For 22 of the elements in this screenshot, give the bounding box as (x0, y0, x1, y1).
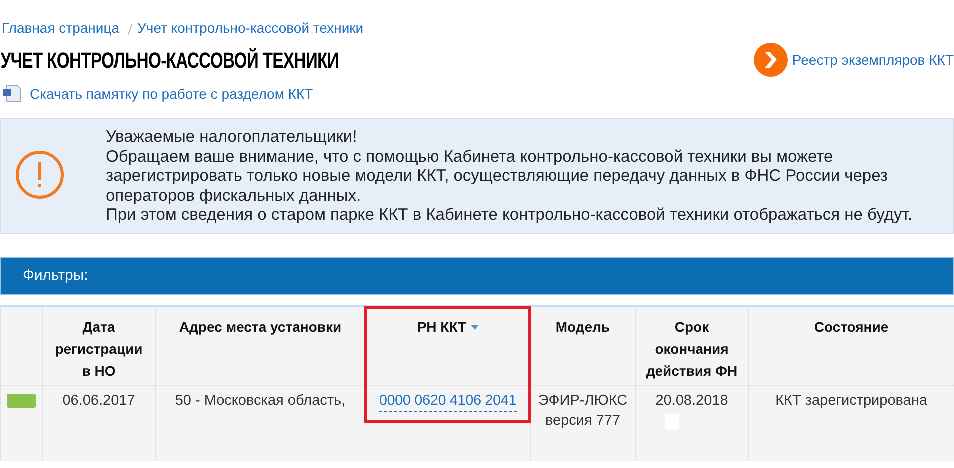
column-header: Дата регистрации в НО (54, 318, 144, 381)
exclamation-circle-icon (15, 150, 65, 200)
column-header: Состояние (814, 318, 889, 337)
breadcrumb-link[interactable]: Главная страница (2, 18, 120, 39)
table-cell-text: ККТ зарегистрирована (776, 392, 928, 411)
page-title: УЧЕТ КОНТРОЛЬНО-КАССОВОЙ ТЕХНИКИ (0, 46, 339, 74)
table-cell-text: ЭФИР-ЛЮКС версия 777 (537, 392, 629, 431)
chevron-circle-icon (754, 43, 788, 77)
notice-text: Уважаемые налогоплательщики! Обращаем ваше внимание, что с помощью Кабинета контрольно-кассовой техники вы можете зарегистрировать только новые модели ККТ, осуществляющие передачу данных в ФНС России через операторов фискальных данных. При этом сведения о старом парке ККТ в Кабинете контрольно-кассовой техники отображаться не будут. (106, 128, 914, 226)
column-header: Адрес места установки (179, 318, 342, 337)
column-header: Срок окончания действия ФН (645, 318, 739, 381)
filters-title: Фильтры: (23, 266, 88, 286)
column-header[interactable]: РН ККТ (417, 316, 479, 338)
table-cell-text: 20.08.2018 (656, 392, 728, 411)
table-cell-text: 06.06.2017 (62, 392, 136, 411)
column-header: Модель (556, 318, 610, 337)
table-cell-text: 50 - Московская область, (175, 392, 346, 411)
download-link[interactable]: Скачать памятку по работе с разделом ККТ (0, 82, 314, 106)
registration-number-link[interactable]: 0000 0620 4106 2041 (379, 391, 517, 412)
document-icon (2, 85, 22, 103)
registry-link[interactable]: Реестр экземпляров ККТ (754, 43, 954, 77)
breadcrumb-link[interactable]: Учет контрольно-кассовой техники (138, 18, 364, 39)
